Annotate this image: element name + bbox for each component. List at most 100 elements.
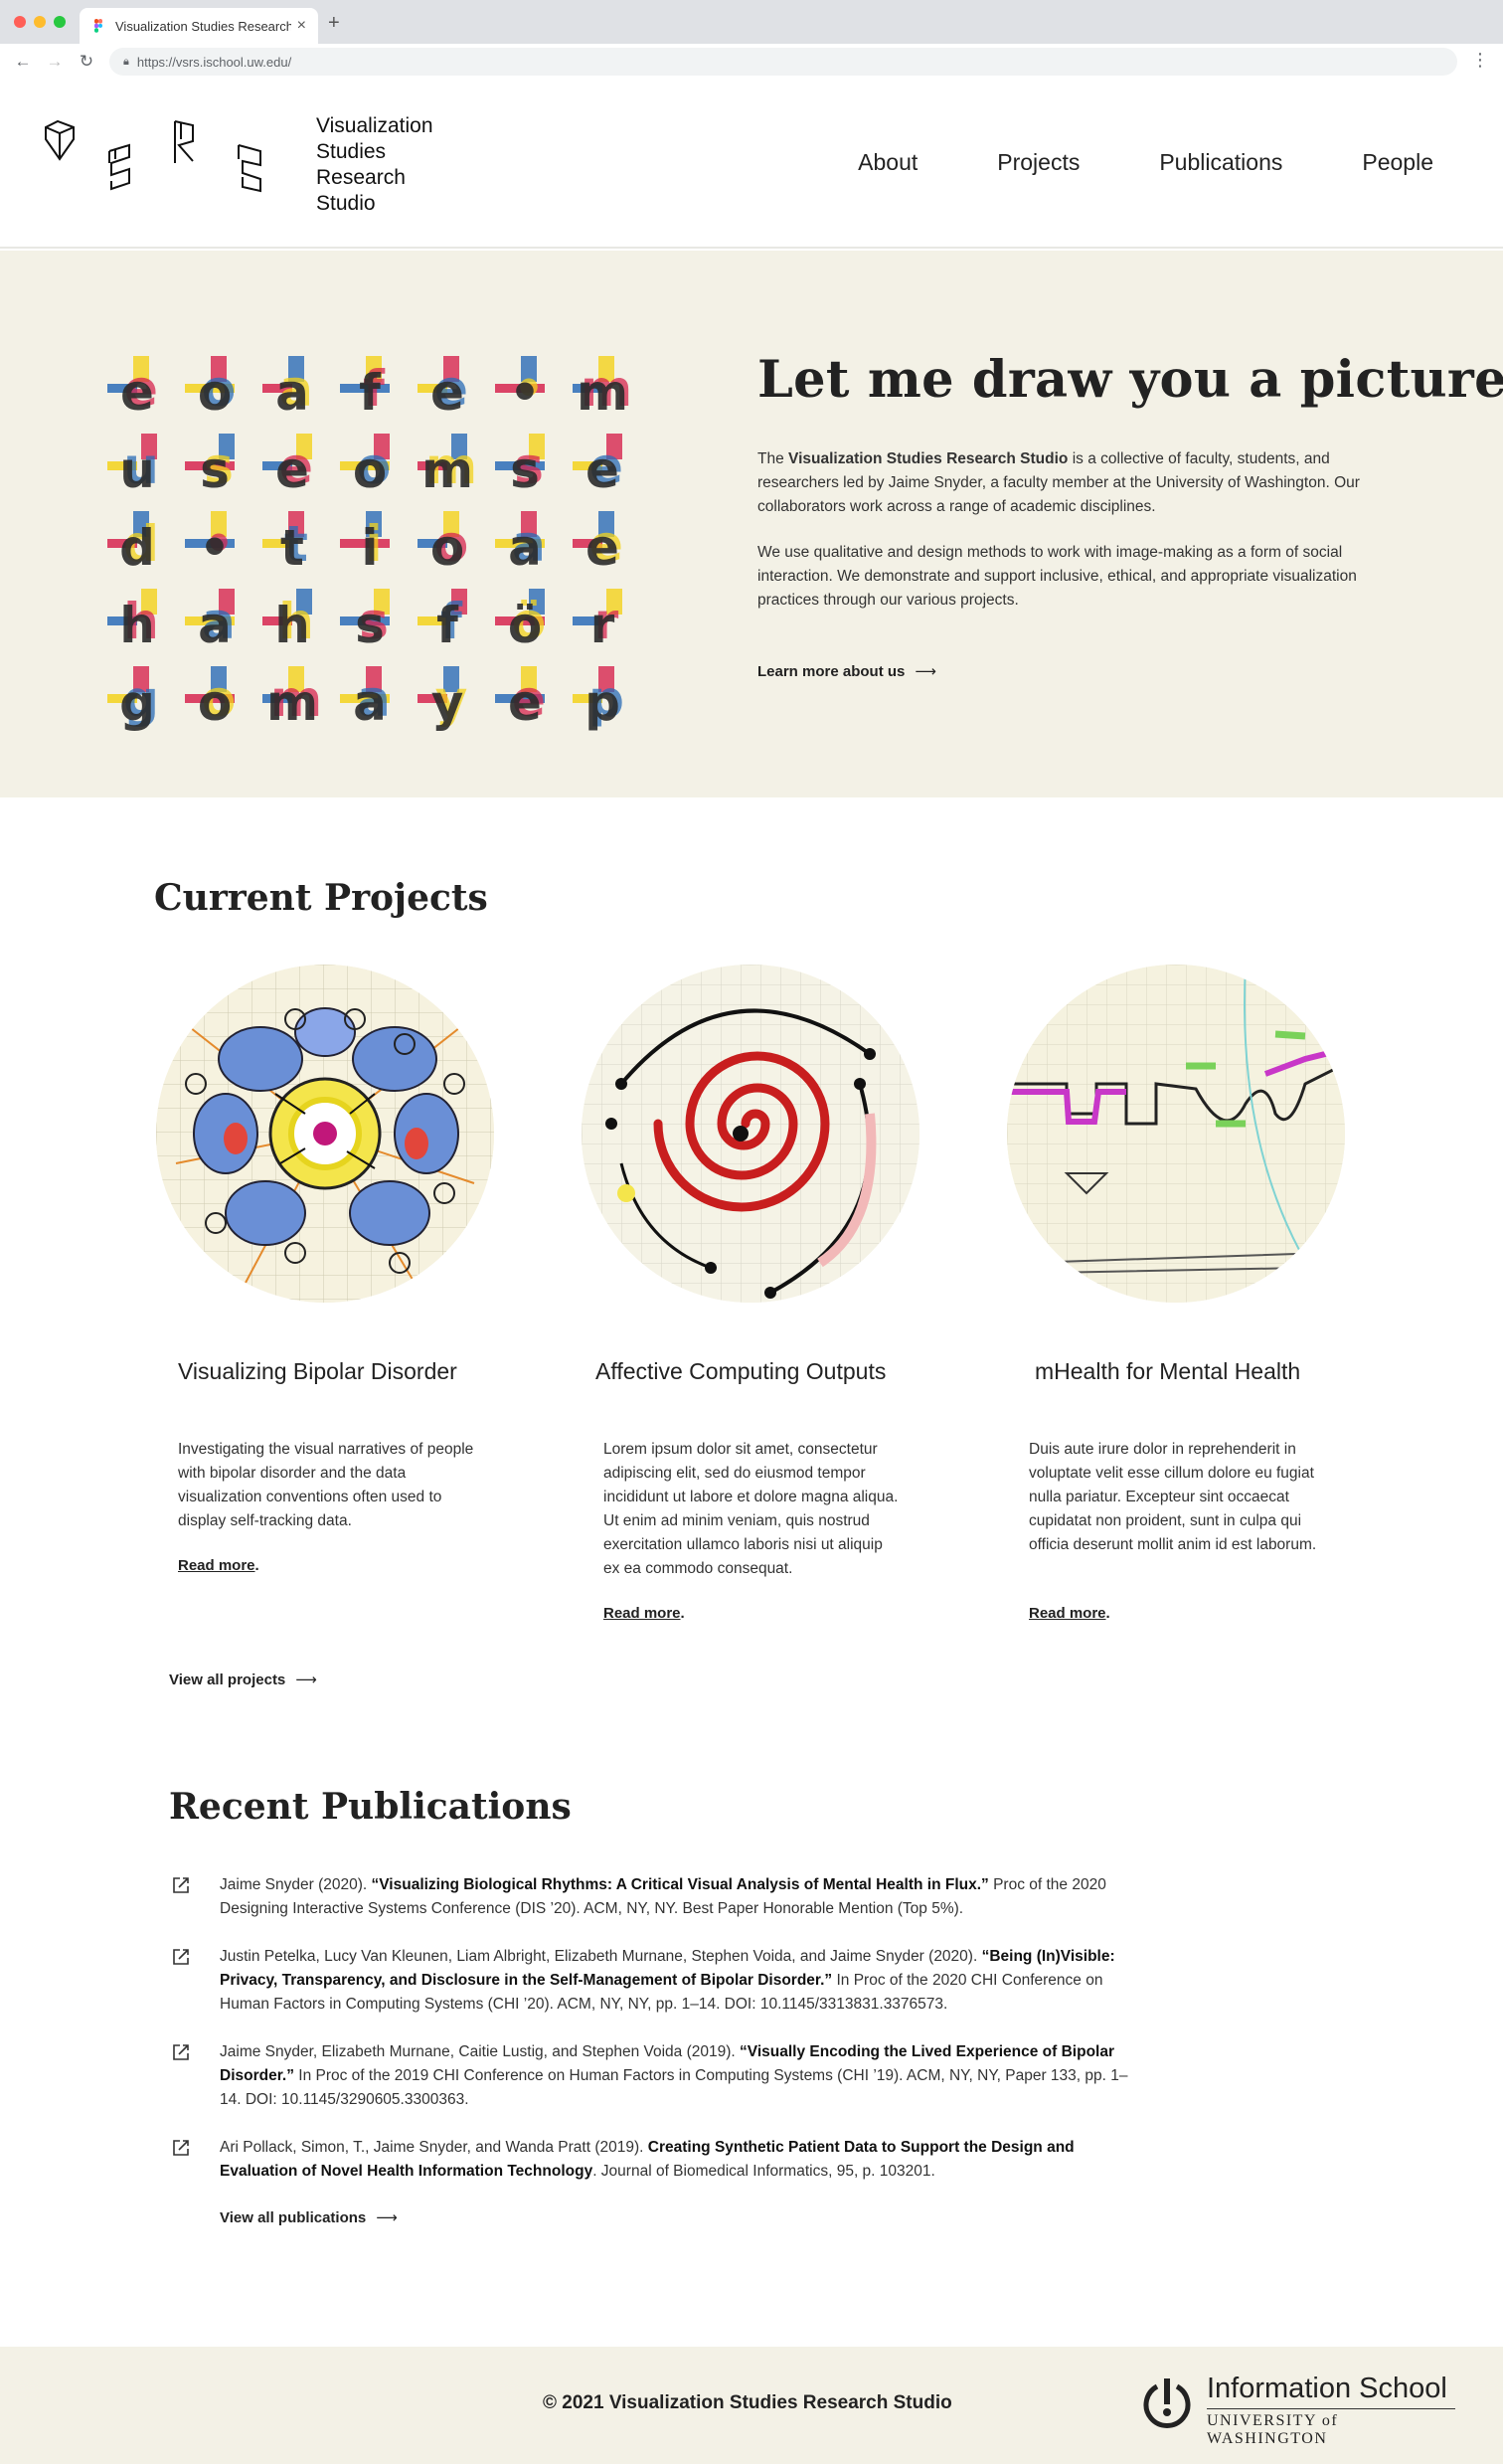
letter-tile: ee: [418, 356, 468, 422]
letter-tile: mm: [262, 666, 322, 732]
hero-intro: The Visualization Studies Research Studi…: [757, 447, 1404, 519]
view-all-projects-link[interactable]: View all projects ⟶: [169, 1671, 317, 1688]
letter-tile: öö: [495, 589, 546, 654]
view-all-publications-label: View all publications: [220, 2209, 367, 2226]
hero-methods: We use qualitative and design methods to…: [757, 544, 1357, 609]
letter-tile: ee: [107, 356, 158, 422]
bipolar-project-image[interactable]: [156, 965, 494, 1303]
nav-about[interactable]: About: [858, 149, 918, 176]
svg-text:h: h: [274, 597, 310, 654]
publication-citation: Jaime Snyder, Elizabeth Murnane, Caitie …: [220, 2040, 1144, 2112]
view-all-projects-label: View all projects: [169, 1672, 286, 1688]
figma-favicon-icon: [94, 19, 102, 33]
nav-projects[interactable]: Projects: [997, 149, 1080, 176]
letter-tile: mm: [573, 356, 632, 422]
close-tab-icon[interactable]: ×: [297, 17, 306, 35]
hero-title: Let me draw you a picture...: [757, 350, 1503, 410]
svg-text:s: s: [355, 597, 385, 654]
view-all-publications-link[interactable]: View all publications ⟶: [220, 2208, 398, 2226]
maximize-window-button[interactable]: [54, 16, 66, 28]
svg-text:m: m: [266, 674, 318, 732]
publications-heading: Recent Publications: [169, 1786, 572, 1828]
letter-tile: aa: [262, 356, 313, 422]
reload-icon[interactable]: ↻: [78, 52, 95, 72]
letter-tile: aa: [340, 666, 391, 732]
letter-tile: ff: [418, 589, 467, 654]
publication-citation: Justin Petelka, Lucy Van Kleunen, Liam A…: [220, 1945, 1144, 2017]
tab-title: Visualization Studies Research: [115, 18, 291, 34]
external-link-icon[interactable]: [171, 2042, 191, 2062]
flower-drawing-icon: [156, 965, 494, 1303]
read-more-link[interactable]: Read more.: [178, 1557, 259, 1574]
hero-intro-lead: The: [757, 450, 789, 467]
browser-toolbar: ← → ↻ 🔒︎ https://vsrs.ischool.uw.edu/ ⋮: [0, 44, 1503, 80]
logo-line: Studio: [316, 192, 376, 215]
new-tab-icon[interactable]: +: [328, 12, 340, 35]
letter-tile: oo: [185, 666, 236, 732]
svg-text:d: d: [119, 519, 155, 577]
svg-text:o: o: [198, 674, 232, 732]
external-link-icon[interactable]: [171, 1947, 191, 1967]
svg-text:m: m: [421, 441, 473, 499]
learn-more-link[interactable]: Learn more about us ⟶: [757, 662, 936, 680]
external-link-icon[interactable]: [171, 1875, 191, 1895]
back-icon[interactable]: ←: [14, 52, 32, 72]
publication-venue: . Journal of Biomedical Informatics, 95,…: [592, 2163, 935, 2180]
publication-title[interactable]: “Visualizing Biological Rhythms: A Criti…: [372, 1876, 989, 1893]
project-title[interactable]: mHealth for Mental Health: [1035, 1358, 1300, 1385]
read-more-link[interactable]: Read more.: [1029, 1605, 1110, 1622]
minimize-window-button[interactable]: [34, 16, 46, 28]
close-window-button[interactable]: [14, 16, 26, 28]
letter-tile: rr: [573, 589, 622, 654]
logo-line: Research: [316, 166, 406, 189]
letter-tile: aa: [495, 511, 546, 577]
letter-tile: pp: [573, 666, 624, 732]
ischool-logo[interactable]: Information School UNIVERSITY of WASHING…: [1139, 2373, 1457, 2447]
letter-tile: mm: [418, 434, 477, 499]
letter-tile: ff: [340, 356, 390, 422]
forward-icon[interactable]: →: [46, 52, 64, 72]
project-title[interactable]: Affective Computing Outputs: [595, 1358, 886, 1385]
nav-publications[interactable]: Publications: [1159, 149, 1282, 176]
hero-section: e e o o a a f f e e • • m m u u s s e e o o m m s s e e d d • • t t i i o o a a…: [0, 251, 1503, 797]
vsrs-logo-icon[interactable]: [40, 119, 278, 219]
letter-tile: hh: [107, 589, 159, 654]
project-description: Lorem ipsum dolor sit amet, consectetur …: [603, 1441, 899, 1577]
letter-tile: hh: [262, 589, 314, 654]
svg-text:f: f: [359, 364, 382, 422]
letter-tile: ee: [573, 511, 623, 577]
publication-venue: In Proc of the 2019 CHI Conference on Hu…: [220, 2067, 1128, 2108]
ischool-name: Information School: [1207, 2373, 1447, 2404]
ischool-emblem-icon: [1143, 2378, 1191, 2428]
publication-authors: Ari Pollack, Simon, T., Jaime Snyder, an…: [220, 2139, 648, 2156]
window-controls: [14, 16, 66, 28]
svg-text:m: m: [577, 364, 628, 422]
svg-text:r: r: [590, 597, 615, 654]
logo-line: Studies: [316, 140, 387, 163]
project-title[interactable]: Visualizing Bipolar Disorder: [178, 1358, 457, 1385]
line-graph-drawing-icon: [1007, 965, 1345, 1303]
svg-text:e: e: [585, 519, 619, 577]
browser-menu-icon[interactable]: ⋮: [1471, 50, 1489, 71]
arrow-right-icon: ⟶: [376, 2209, 398, 2226]
nav-people[interactable]: People: [1362, 149, 1433, 176]
letter-tile: aa: [185, 589, 236, 654]
publication-citation: Ari Pollack, Simon, T., Jaime Snyder, an…: [220, 2136, 1144, 2184]
letter-tile: oo: [418, 511, 468, 577]
project-card: mHealth for Mental Health Duis aute irur…: [1007, 965, 1345, 1622]
svg-text:o: o: [430, 519, 464, 577]
logo-text[interactable]: Visualization Studies Research Studio: [316, 113, 433, 217]
learn-more-label: Learn more about us: [757, 663, 906, 680]
uw-name: UNIVERSITY of WASHINGTON: [1207, 2412, 1339, 2447]
letter-tile: ••: [495, 356, 545, 422]
mhealth-project-image[interactable]: [1007, 965, 1345, 1303]
svg-text:e: e: [275, 441, 309, 499]
external-link-icon[interactable]: [171, 2138, 191, 2158]
hero-intro-bold: Visualization Studies Research Studio: [788, 450, 1069, 467]
read-more-link[interactable]: Read more.: [603, 1605, 685, 1622]
site-header: Visualization Studies Research Studio Ab…: [0, 80, 1503, 249]
arrow-right-icon: ⟶: [915, 663, 936, 680]
address-bar[interactable]: 🔒︎ https://vsrs.ischool.uw.edu/: [109, 48, 1457, 76]
affective-project-image[interactable]: [582, 965, 919, 1303]
browser-tab[interactable]: Visualization Studies Research ×: [80, 8, 318, 44]
